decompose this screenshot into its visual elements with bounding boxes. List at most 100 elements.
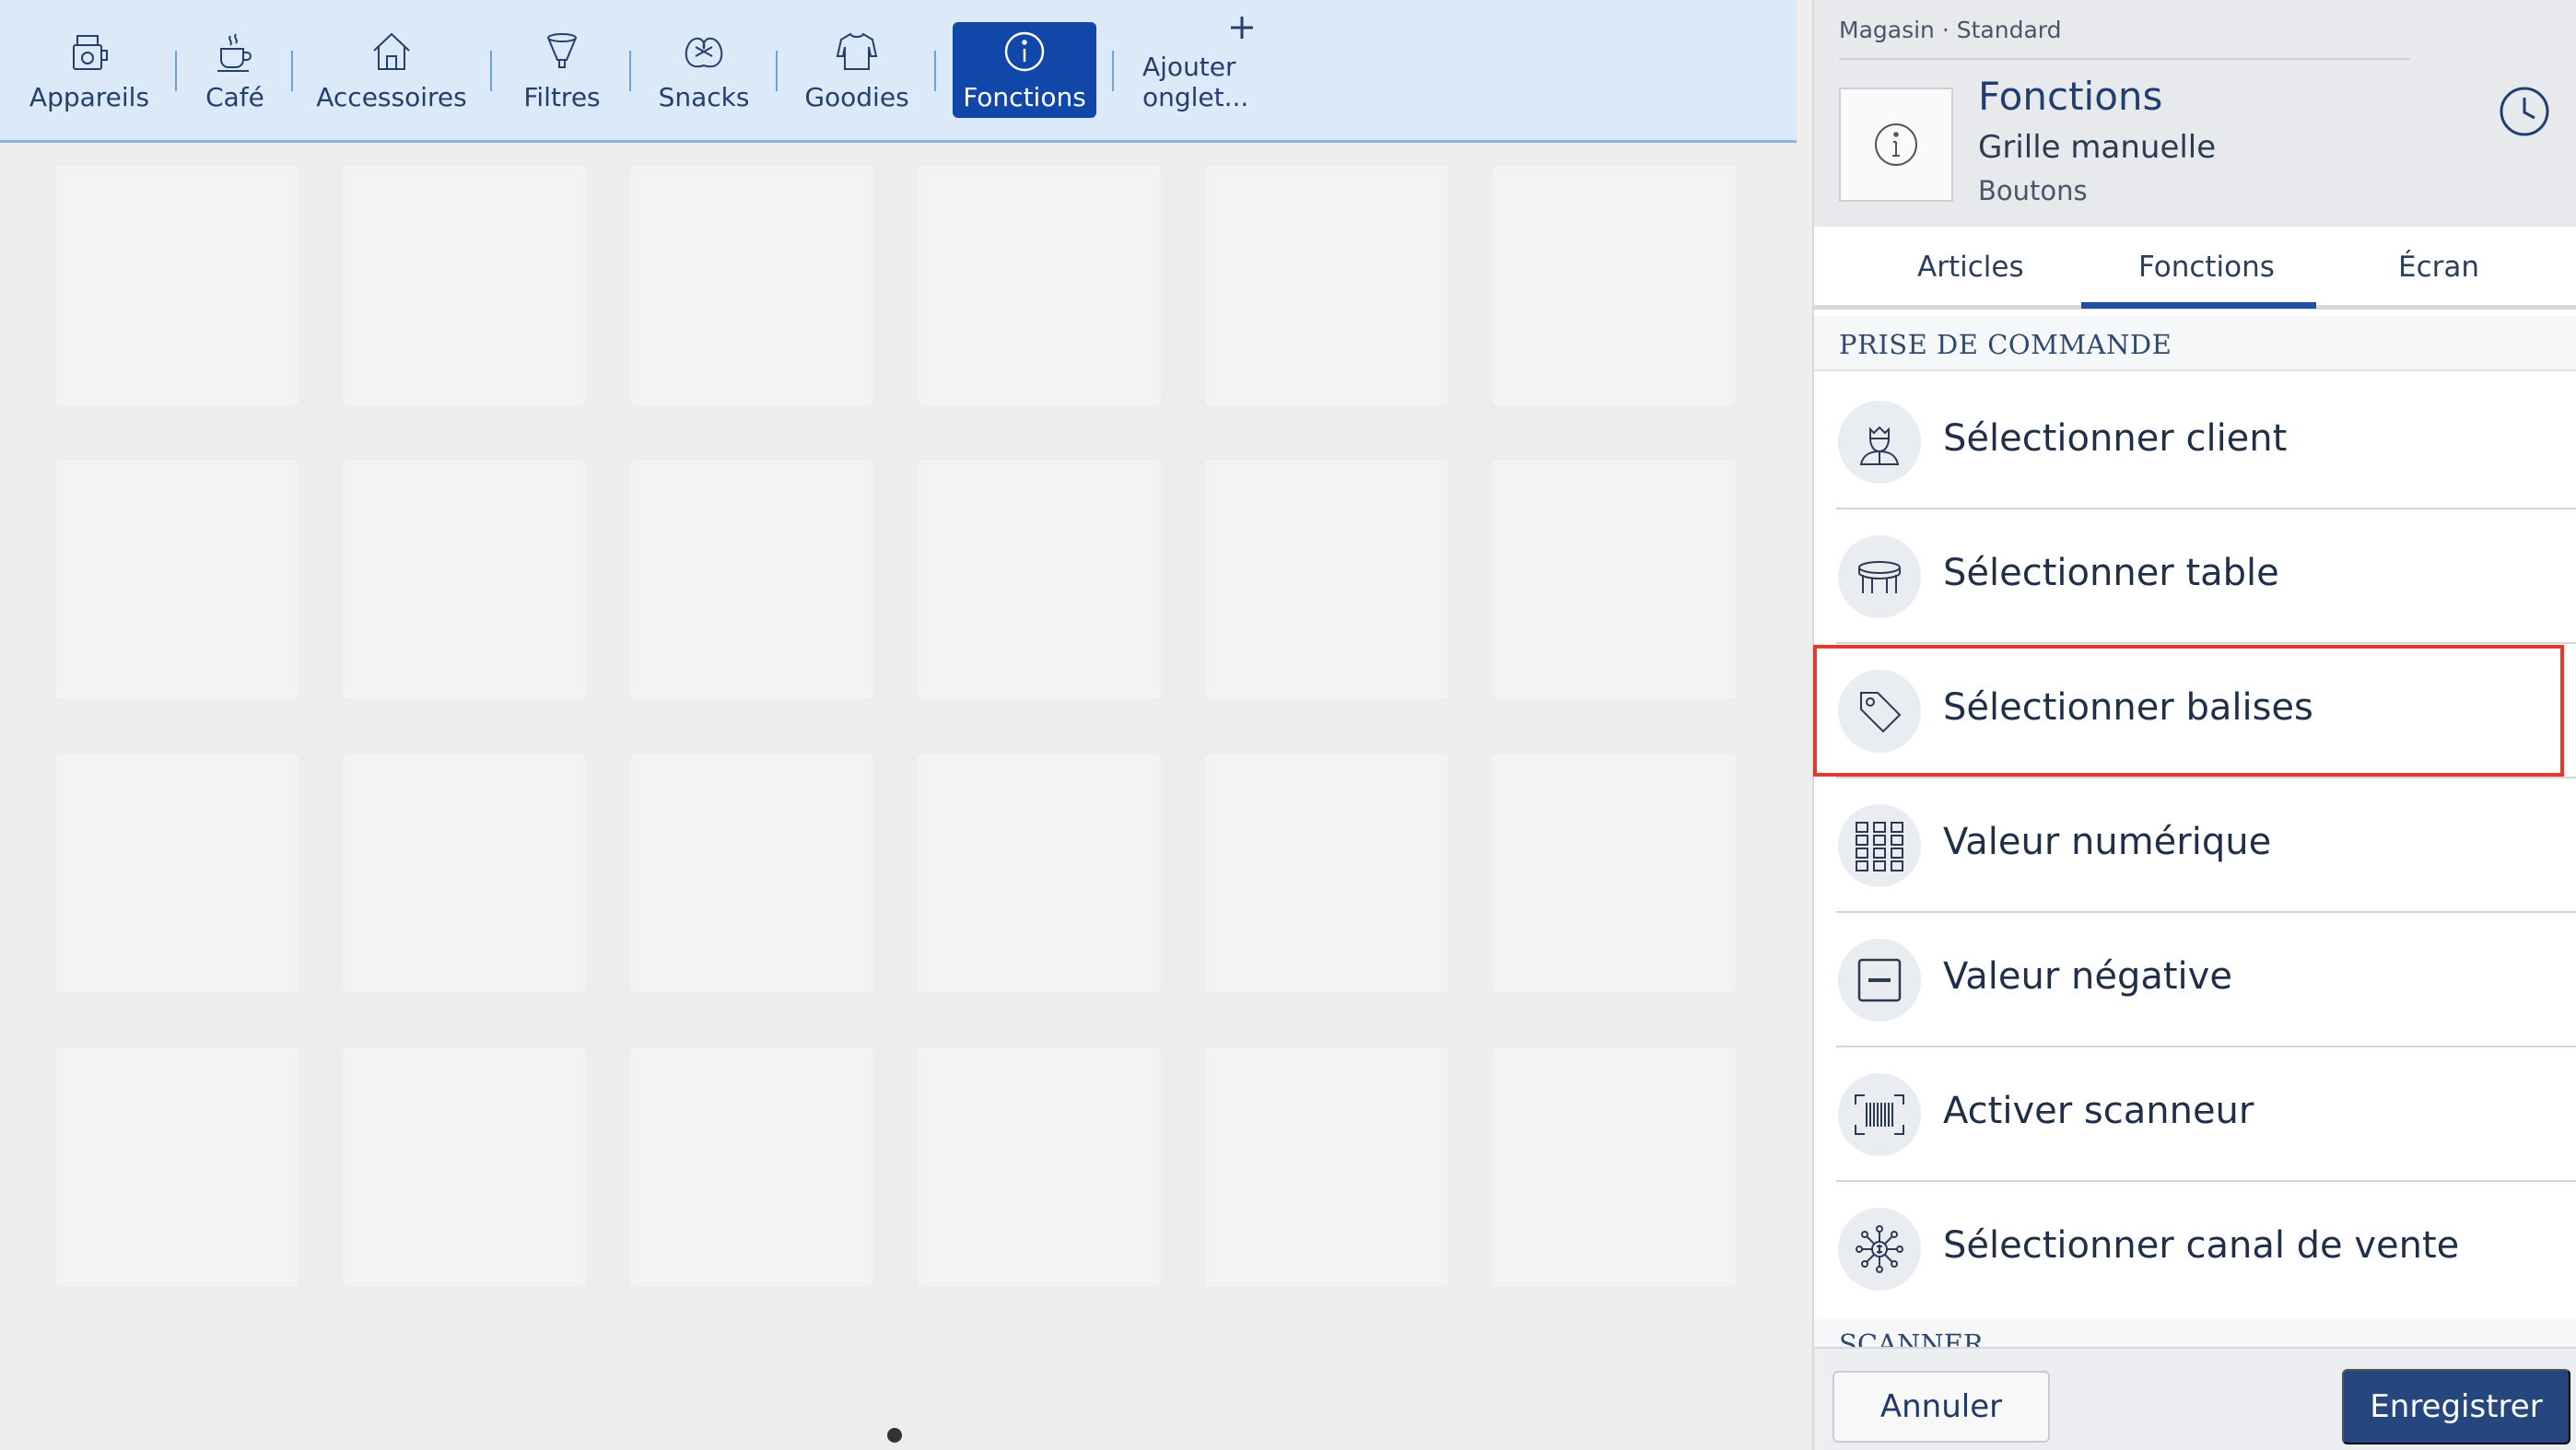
panel-tabs: Articles Fonctions Écran	[1814, 227, 2576, 310]
grid-slot[interactable]	[343, 460, 586, 699]
grid-slot[interactable]	[343, 166, 586, 405]
tab-separator	[934, 51, 936, 91]
grid-slot[interactable]	[55, 166, 299, 405]
section-title: PRISE DE COMMANDE	[1839, 329, 2172, 360]
function-label: Valeur numérique	[1943, 821, 2272, 863]
save-button[interactable]: Enregistrer	[2342, 1369, 2570, 1444]
grid-slot[interactable]	[343, 754, 586, 993]
category-tab-bar: Appareils Café Accessoires Filtres Snack…	[0, 0, 1797, 143]
tab-label: Goodies	[804, 82, 909, 112]
tab-add[interactable]: Ajouter onglet...	[1142, 17, 1341, 118]
cancel-button[interactable]: Annuler	[1832, 1371, 2050, 1443]
section-header-scanner: SCANNER	[1814, 1319, 2576, 1347]
tab-snacks[interactable]: Snacks	[650, 22, 758, 118]
breadcrumb: Magasin · Standard	[1839, 17, 2062, 43]
info-icon	[997, 27, 1052, 76]
coffee-cup-icon	[207, 27, 263, 76]
tab-appareils[interactable]: Appareils	[20, 22, 158, 118]
grid-slot[interactable]	[55, 754, 299, 993]
tab-separator	[1112, 51, 1114, 91]
grid-slot[interactable]	[918, 1047, 1161, 1287]
tab-label: Appareils	[29, 82, 150, 112]
grid-slot[interactable]	[918, 754, 1161, 993]
function-item-activate-scanner[interactable]: Activer scanneur	[1814, 1047, 2576, 1182]
grid-slot[interactable]	[630, 1047, 873, 1287]
grid-editor-area: Appareils Café Accessoires Filtres Snack…	[0, 0, 1797, 1450]
pretzel-icon	[676, 27, 732, 76]
tab-ecran[interactable]: Écran	[2398, 251, 2479, 284]
house-icon	[364, 27, 419, 76]
function-item-select-customer[interactable]: Sélectionner client	[1814, 375, 2576, 509]
tab-accessoires[interactable]: Accessoires	[313, 22, 470, 118]
tab-separator	[629, 51, 631, 91]
function-label: Sélectionner canal de vente	[1943, 1224, 2460, 1267]
sales-channel-icon	[1838, 1208, 1921, 1291]
function-label: Sélectionner table	[1943, 552, 2279, 594]
active-tab-indicator	[2081, 302, 2316, 309]
sweater-icon	[829, 27, 884, 76]
tab-goodies[interactable]: Goodies	[797, 22, 917, 118]
grid-slot[interactable]	[55, 460, 299, 699]
tab-separator	[291, 51, 293, 91]
grid-slot[interactable]	[1205, 1047, 1448, 1287]
tab-cafe[interactable]: Café	[189, 22, 281, 118]
function-label: Activer scanneur	[1943, 1090, 2254, 1132]
divider	[1839, 58, 2410, 60]
function-item-select-sales-channel[interactable]: Sélectionner canal de vente	[1814, 1182, 2576, 1316]
functions-panel: Magasin · Standard Fonctions Grille manu…	[1812, 0, 2576, 1450]
tab-separator	[776, 51, 778, 91]
table-icon	[1838, 535, 1921, 618]
tab-articles[interactable]: Articles	[1917, 251, 2024, 284]
grid-slot[interactable]	[630, 166, 873, 405]
appliance-icon	[62, 27, 117, 76]
panel-title: Fonctions	[1978, 74, 2163, 119]
function-label: Sélectionner balises	[1943, 686, 2313, 729]
keypad-icon	[1838, 804, 1921, 887]
panel-header: Magasin · Standard Fonctions Grille manu…	[1814, 0, 2576, 227]
tab-label: Filtres	[523, 82, 601, 112]
customer-icon	[1838, 401, 1921, 484]
panel-footer: Annuler Enregistrer	[1814, 1347, 2576, 1450]
grid-slot[interactable]	[630, 754, 873, 993]
grid-slot[interactable]	[918, 460, 1161, 699]
grid-slot[interactable]	[1493, 166, 1736, 405]
section-header: PRISE DE COMMANDE	[1814, 316, 2576, 371]
grid-slot[interactable]	[1493, 754, 1736, 993]
grid-slot[interactable]	[1205, 460, 1448, 699]
grid-slot[interactable]	[1493, 460, 1736, 699]
grid-slot[interactable]	[343, 1047, 586, 1287]
tab-separator	[175, 51, 177, 91]
grid-slot[interactable]	[630, 460, 873, 699]
minus-box-icon	[1838, 939, 1921, 1022]
function-item-select-table[interactable]: Sélectionner table	[1814, 509, 2576, 644]
tab-label: Accessoires	[316, 82, 467, 112]
function-label: Valeur négative	[1943, 955, 2232, 998]
tab-filtres[interactable]: Filtres	[511, 22, 613, 118]
tab-label: Ajouter onglet...	[1142, 52, 1249, 112]
filter-icon	[534, 27, 590, 76]
barcode-icon	[1838, 1073, 1921, 1156]
clock-icon[interactable]	[2498, 85, 2551, 138]
tab-label: Café	[205, 82, 264, 112]
grid-slot[interactable]	[1493, 1047, 1736, 1287]
info-icon	[1839, 88, 1953, 202]
grid-slot[interactable]	[918, 166, 1161, 405]
panel-subtitle: Grille manuelle	[1978, 129, 2217, 166]
grid-slot[interactable]	[1205, 166, 1448, 405]
tab-label: Snacks	[658, 82, 750, 112]
tab-fonctions-panel[interactable]: Fonctions	[2138, 251, 2275, 284]
function-item-negative-value[interactable]: Valeur négative	[1814, 913, 2576, 1047]
grid-slot[interactable]	[1205, 754, 1448, 993]
function-label: Sélectionner client	[1943, 417, 2288, 460]
function-item-select-tags[interactable]: Sélectionner balises	[1814, 644, 2576, 778]
plus-icon	[1214, 9, 1270, 46]
tab-fonctions[interactable]: Fonctions	[953, 22, 1096, 118]
tag-icon	[1838, 670, 1921, 753]
section-title: SCANNER	[1839, 1328, 1984, 1347]
function-item-numeric-value[interactable]: Valeur numérique	[1814, 778, 2576, 913]
grid-slot[interactable]	[55, 1047, 299, 1287]
panel-subtitle-secondary: Boutons	[1978, 175, 2088, 206]
tab-separator	[490, 51, 492, 91]
tab-label: Fonctions	[963, 82, 1086, 112]
page-indicator-dot	[887, 1428, 902, 1443]
